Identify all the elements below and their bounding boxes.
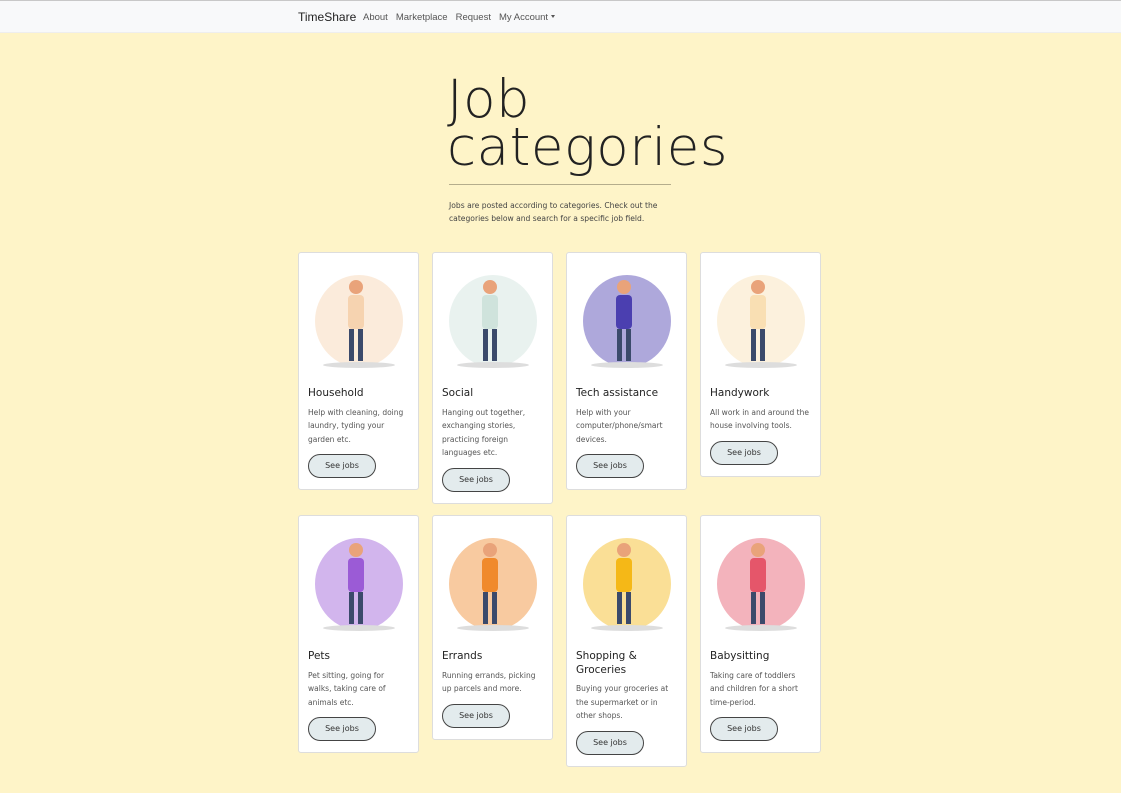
category-card-babysitting: Babysitting Taking care of toddlers and … bbox=[700, 515, 821, 753]
card-description: Hanging out together, exchanging stories… bbox=[442, 407, 526, 458]
see-jobs-button[interactable]: See jobs bbox=[576, 454, 644, 478]
card-title: Shopping & Groceries bbox=[576, 650, 637, 676]
divider bbox=[449, 184, 671, 185]
card-description: All work in and around the house involvi… bbox=[710, 407, 809, 431]
category-card-errands: Errands Running errands, picking up parc… bbox=[432, 515, 553, 740]
card-title: Pets bbox=[308, 650, 331, 662]
nav-request[interactable]: Request bbox=[456, 12, 491, 23]
card-title: Errands bbox=[442, 650, 483, 662]
babysitting-illustration bbox=[717, 538, 805, 631]
my-account-label: My Account bbox=[498, 12, 549, 23]
see-jobs-button[interactable]: See jobs bbox=[442, 703, 510, 728]
nav-marketplace[interactable]: Marketplace bbox=[396, 12, 448, 23]
category-card-tech-assistance: Tech assistance Help with your computer/… bbox=[566, 252, 687, 490]
shopping-groceries-illustration bbox=[583, 538, 671, 631]
card-title: Tech assistance bbox=[576, 387, 659, 399]
page-title: Job categories bbox=[447, 73, 728, 178]
brand-logo[interactable]: TimeShare bbox=[298, 10, 356, 24]
card-title: Babysitting bbox=[710, 650, 770, 662]
nav-about[interactable]: About bbox=[363, 12, 388, 23]
card-description: Buying your groceries at the supermarket… bbox=[576, 684, 669, 720]
see-jobs-button[interactable]: See jobs bbox=[308, 454, 376, 478]
handywork-illustration bbox=[717, 275, 805, 368]
category-card-shopping-groceries: Shopping & Groceries Buying your groceri… bbox=[566, 515, 687, 767]
card-title: Social bbox=[442, 387, 474, 399]
see-jobs-button[interactable]: See jobs bbox=[710, 440, 778, 465]
category-card-household: Household Help with cleaning, doing laun… bbox=[298, 252, 419, 490]
category-card-social: Social Hanging out together, exchanging … bbox=[432, 252, 553, 504]
card-title: Household bbox=[308, 387, 364, 399]
card-title: Handywork bbox=[710, 387, 770, 399]
see-jobs-button[interactable]: See jobs bbox=[710, 717, 778, 741]
category-card-handywork: Handywork All work in and around the hou… bbox=[700, 252, 821, 477]
see-jobs-button[interactable]: See jobs bbox=[442, 467, 510, 492]
household-illustration bbox=[315, 275, 403, 368]
card-description: Pet sitting, going for walks, taking car… bbox=[308, 670, 386, 707]
caret-down-icon bbox=[551, 15, 556, 18]
social-illustration bbox=[449, 275, 537, 368]
title-line-2: categories bbox=[447, 117, 728, 178]
errands-illustration bbox=[449, 538, 537, 631]
nav-my-account[interactable]: My Account bbox=[498, 12, 556, 23]
see-jobs-button[interactable]: See jobs bbox=[576, 730, 644, 755]
pets-illustration bbox=[315, 538, 403, 631]
card-description: Running errands, picking up parcels and … bbox=[442, 670, 536, 694]
category-card-pets: Pets Pet sitting, going for walks, takin… bbox=[298, 515, 419, 753]
see-jobs-button[interactable]: See jobs bbox=[308, 717, 376, 741]
navbar: TimeShare About Marketplace Request My A… bbox=[0, 0, 1121, 33]
card-description: Help with your computer/phone/smart devi… bbox=[576, 407, 663, 444]
card-description: Taking care of toddlers and children for… bbox=[710, 670, 798, 707]
intro-text: Jobs are posted according to categories.… bbox=[449, 201, 658, 223]
card-description: Help with cleaning, doing laundry, tydin… bbox=[308, 407, 404, 444]
tech-assistance-illustration bbox=[583, 275, 671, 368]
